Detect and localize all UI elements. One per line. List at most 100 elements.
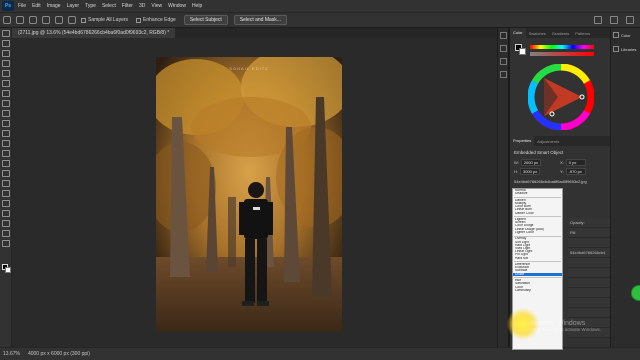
crop-tool-icon[interactable]: [2, 70, 10, 77]
photoshop-logo[interactable]: Ps: [2, 1, 14, 11]
layer-row[interactable]: Opacity:: [568, 218, 611, 228]
move-tool-icon[interactable]: [2, 30, 10, 37]
saturation-slider[interactable]: [530, 52, 594, 56]
subtract-selection-icon[interactable]: [42, 16, 50, 24]
blend-mode-separator: [513, 215, 562, 218]
more-tools-icon[interactable]: [2, 240, 10, 247]
add-to-selection-icon[interactable]: [29, 16, 37, 24]
layer-row[interactable]: [568, 288, 611, 298]
layer-row[interactable]: 54e4bd6786266cb4: [568, 248, 611, 258]
background-chip[interactable]: [519, 48, 526, 55]
gradient-tool-icon[interactable]: [2, 150, 10, 157]
search-icon[interactable]: [594, 16, 602, 24]
options-right-icons: [586, 16, 634, 24]
tab-color[interactable]: Color: [510, 28, 526, 38]
document-size: 4000 px x 6000 px (300 ppi): [27, 351, 90, 357]
pen-tool-icon[interactable]: [2, 180, 10, 187]
layer-row[interactable]: [568, 298, 611, 308]
properties-panel-tabs: Properties Adjustments: [510, 136, 611, 146]
marquee-tool-icon[interactable]: [2, 40, 10, 47]
color-panel-label: Color: [621, 32, 631, 38]
frame-tool-icon[interactable]: [2, 80, 10, 87]
blend-mode-separator: [513, 260, 562, 263]
x-field[interactable]: X: 0 px: [560, 159, 586, 166]
character-panel-icon[interactable]: [500, 58, 507, 65]
libraries-panel-button[interactable]: Libraries: [613, 46, 638, 52]
width-field[interactable]: W: 2000 px: [514, 159, 541, 166]
options-bar: Sample All Layers Enhance Edge Select Su…: [0, 12, 640, 28]
healing-brush-tool-icon[interactable]: [2, 100, 10, 107]
new-selection-icon[interactable]: [16, 16, 24, 24]
background-color-swatch[interactable]: [5, 267, 11, 273]
y-field[interactable]: Y: -970 px: [560, 168, 586, 175]
menu-edit[interactable]: Edit: [32, 3, 41, 9]
zoom-level[interactable]: 13.67%: [3, 351, 20, 357]
tab-patterns[interactable]: Patterns: [572, 31, 593, 36]
color-wheel[interactable]: [528, 64, 594, 130]
y-label: Y:: [560, 169, 564, 174]
blur-tool-icon[interactable]: [2, 160, 10, 167]
brush-tool-icon[interactable]: [2, 110, 10, 117]
eraser-tool-icon[interactable]: [2, 140, 10, 147]
document-tab[interactable]: (2711.jpg @ 13.6% (54e4bd6786266cb4ba6f0…: [12, 28, 176, 38]
menu-help[interactable]: Help: [192, 3, 202, 9]
tab-properties[interactable]: Properties: [510, 136, 535, 146]
height-value[interactable]: 3000 px: [520, 168, 540, 175]
menu-select[interactable]: Select: [102, 3, 116, 9]
menu-view[interactable]: View: [151, 3, 162, 9]
tab-adjustments[interactable]: Adjustments: [534, 139, 562, 144]
clone-stamp-tool-icon[interactable]: [2, 120, 10, 127]
share-icon[interactable]: [626, 16, 634, 24]
height-label: H:: [514, 169, 518, 174]
history-brush-tool-icon[interactable]: [2, 130, 10, 137]
layer-row[interactable]: [568, 278, 611, 288]
y-value[interactable]: -970 px: [565, 168, 586, 175]
adjustments-panel-icon[interactable]: [500, 45, 507, 52]
canvas-workspace[interactable]: SOHAIL EDITZ: [12, 38, 497, 347]
x-value[interactable]: 0 px: [565, 159, 586, 166]
height-field[interactable]: H: 3000 px: [514, 168, 540, 175]
menu-window[interactable]: Window: [168, 3, 186, 9]
document-photo[interactable]: SOHAIL EDITZ: [156, 57, 342, 332]
menu-image[interactable]: Image: [47, 3, 61, 9]
hue-slider[interactable]: [530, 45, 594, 49]
rectangle-tool-icon[interactable]: [2, 210, 10, 217]
eyedropper-tool-icon[interactable]: [2, 90, 10, 97]
layer-row[interactable]: [568, 308, 611, 318]
tab-swatches[interactable]: Swatches: [526, 31, 549, 36]
type-tool-icon[interactable]: [2, 190, 10, 197]
select-and-mask-button[interactable]: Select and Mask...: [233, 15, 287, 25]
lasso-tool-icon[interactable]: [2, 50, 10, 57]
layer-row[interactable]: [568, 238, 611, 248]
layer-row[interactable]: [568, 268, 611, 278]
paragraph-panel-icon[interactable]: [500, 71, 507, 78]
blend-mode-option[interactable]: Luminosity: [513, 289, 562, 292]
select-subject-button[interactable]: Select Subject: [183, 15, 228, 25]
menu-type[interactable]: Type: [85, 3, 96, 9]
hand-tool-icon[interactable]: [2, 220, 10, 227]
menu-layer[interactable]: Layer: [67, 3, 80, 9]
quick-select-tool-icon[interactable]: [2, 60, 10, 67]
width-value[interactable]: 2000 px: [520, 159, 541, 166]
zoom-tool-icon[interactable]: [2, 230, 10, 237]
blend-mode-separator: [513, 234, 562, 237]
menu-filter[interactable]: Filter: [122, 3, 133, 9]
enhance-edge-checkbox[interactable]: Enhance Edge: [136, 17, 176, 23]
collapsed-panels: [497, 28, 508, 347]
layer-row[interactable]: [568, 258, 611, 268]
workspace-icon[interactable]: [610, 16, 618, 24]
sample-all-layers-label: Sample All Layers: [88, 17, 129, 23]
brush-size-icon[interactable]: [55, 16, 63, 24]
dodge-tool-icon[interactable]: [2, 170, 10, 177]
quick-selection-icon[interactable]: [3, 16, 11, 24]
menu-3d[interactable]: 3D: [139, 3, 145, 9]
tab-gradients[interactable]: Gradients: [549, 31, 572, 36]
green-record-button[interactable]: [631, 285, 640, 301]
color-panel-button[interactable]: Color: [613, 32, 638, 38]
sample-all-layers-checkbox[interactable]: Sample All Layers: [81, 17, 128, 23]
path-selection-tool-icon[interactable]: [2, 200, 10, 207]
menu-file[interactable]: File: [18, 3, 26, 9]
layer-row[interactable]: Fill:: [568, 228, 611, 238]
angle-icon[interactable]: [68, 16, 76, 24]
history-panel-icon[interactable]: [500, 32, 507, 39]
